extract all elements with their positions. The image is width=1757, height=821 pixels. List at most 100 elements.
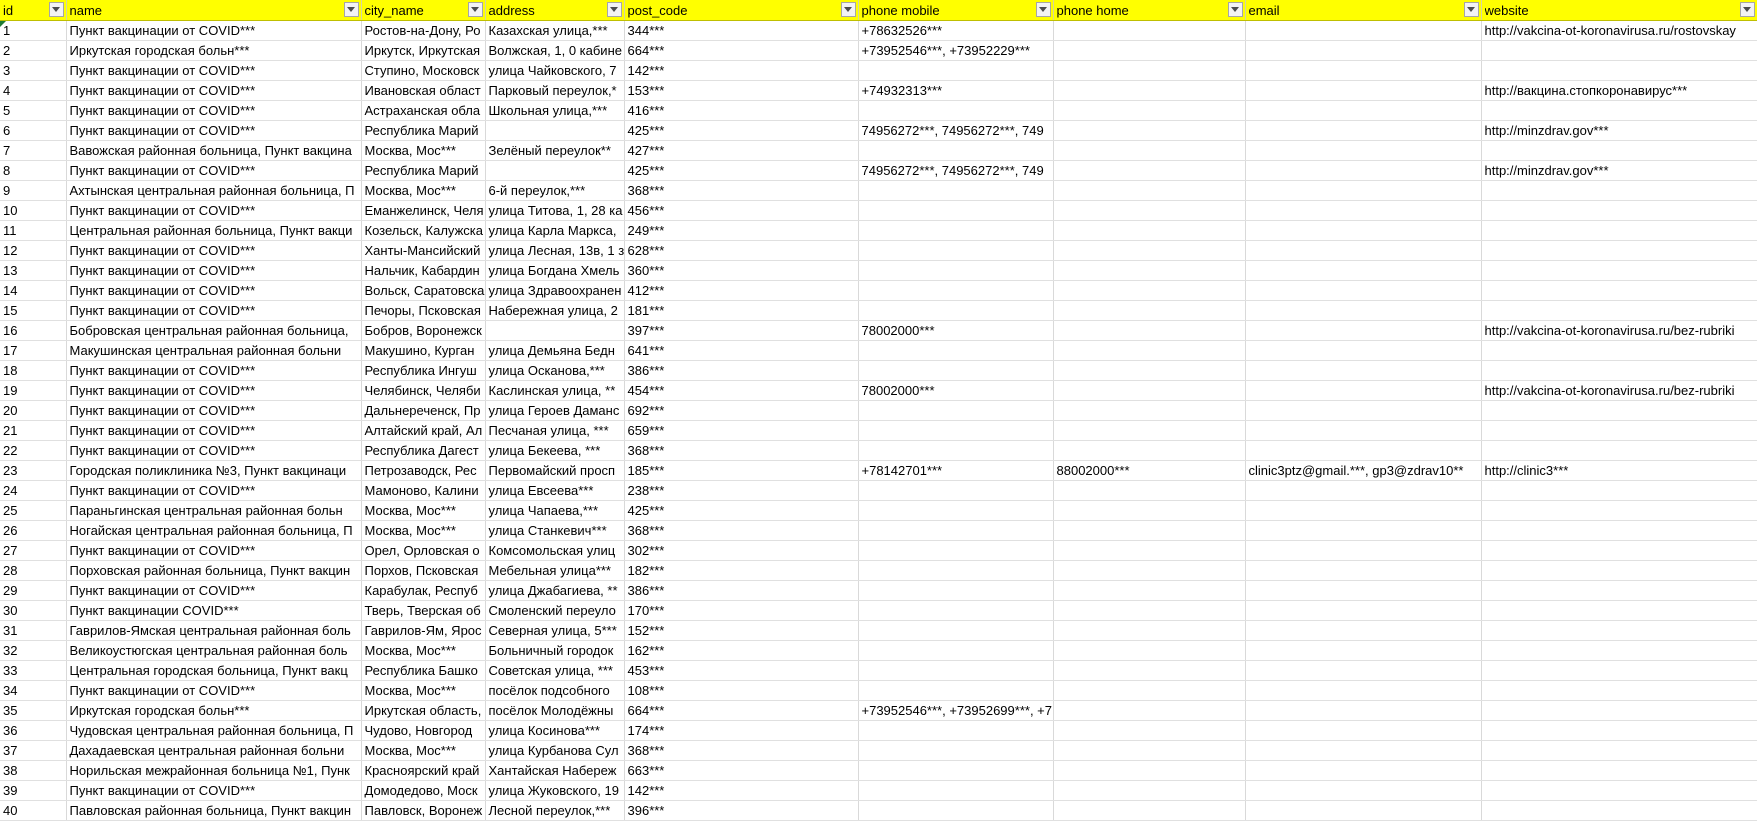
cell-website[interactable]: http://вакцина.стопкоронавирус***	[1481, 80, 1757, 101]
cell-email[interactable]	[1245, 340, 1482, 361]
cell-id[interactable]: 6	[0, 120, 67, 141]
cell-id[interactable]: 17	[0, 340, 67, 361]
cell-address[interactable]: Хантайская Набереж	[485, 760, 625, 781]
column-header-website[interactable]: website	[1481, 0, 1757, 21]
cell-name[interactable]: Пункт вакцинации от COVID***	[66, 60, 362, 81]
cell-name[interactable]: Великоустюгская центральная районная бол…	[66, 640, 362, 661]
cell-address[interactable]: улица Героев Даманс	[485, 400, 625, 421]
cell-city-name[interactable]: Республика Башко	[361, 660, 486, 681]
cell-address[interactable]: Песчаная улица, ***	[485, 420, 625, 441]
cell-id[interactable]: 13	[0, 260, 67, 281]
cell-phone-home[interactable]	[1053, 500, 1246, 521]
filter-dropdown-button[interactable]	[48, 2, 64, 17]
cell-post-code[interactable]: 659***	[624, 420, 859, 441]
cell-email[interactable]	[1245, 620, 1482, 641]
cell-address[interactable]: Казахская улица,***	[485, 20, 625, 41]
cell-phone-mobile[interactable]: +78142701***	[858, 460, 1054, 481]
cell-post-code[interactable]: 368***	[624, 740, 859, 761]
cell-address[interactable]: улица Станкевич***	[485, 520, 625, 541]
cell-city-name[interactable]: Тверь, Тверская об	[361, 600, 486, 621]
cell-city-name[interactable]: Вольск, Саратовска	[361, 280, 486, 301]
cell-id[interactable]: 32	[0, 640, 67, 661]
filter-dropdown-button[interactable]	[1227, 2, 1243, 17]
cell-id[interactable]: 14	[0, 280, 67, 301]
cell-id[interactable]: 34	[0, 680, 67, 701]
cell-id[interactable]: 9	[0, 180, 67, 201]
cell-phone-mobile[interactable]	[858, 180, 1054, 201]
cell-address[interactable]: Каслинская улица, **	[485, 380, 625, 401]
cell-website[interactable]	[1481, 500, 1757, 521]
cell-post-code[interactable]: 174***	[624, 720, 859, 741]
cell-post-code[interactable]: 368***	[624, 180, 859, 201]
cell-id[interactable]: 1	[0, 20, 67, 41]
cell-phone-home[interactable]	[1053, 20, 1246, 41]
cell-post-code[interactable]: 344***	[624, 20, 859, 41]
cell-phone-home[interactable]	[1053, 100, 1246, 121]
cell-email[interactable]	[1245, 380, 1482, 401]
cell-id[interactable]: 30	[0, 600, 67, 621]
cell-email[interactable]	[1245, 80, 1482, 101]
cell-website[interactable]	[1481, 740, 1757, 761]
column-header-city-name[interactable]: city_name	[361, 0, 486, 21]
cell-post-code[interactable]: 170***	[624, 600, 859, 621]
cell-phone-mobile[interactable]	[858, 280, 1054, 301]
cell-address[interactable]: улица Евсеева***	[485, 480, 625, 501]
cell-email[interactable]	[1245, 40, 1482, 61]
cell-phone-home[interactable]	[1053, 160, 1246, 181]
cell-city-name[interactable]: Карабулак, Респуб	[361, 580, 486, 601]
column-header-email[interactable]: email	[1245, 0, 1482, 21]
cell-phone-mobile[interactable]	[858, 620, 1054, 641]
cell-phone-home[interactable]	[1053, 220, 1246, 241]
cell-city-name[interactable]: Орел, Орловская о	[361, 540, 486, 561]
column-header-post-code[interactable]: post_code	[624, 0, 859, 21]
cell-email[interactable]	[1245, 120, 1482, 141]
cell-phone-mobile[interactable]	[858, 560, 1054, 581]
cell-address[interactable]: улица Курбанова Сул	[485, 740, 625, 761]
cell-post-code[interactable]: 425***	[624, 120, 859, 141]
cell-id[interactable]: 5	[0, 100, 67, 121]
cell-name[interactable]: Макушинская центральная районная больни	[66, 340, 362, 361]
cell-post-code[interactable]: 368***	[624, 520, 859, 541]
cell-city-name[interactable]: Москва, Мос***	[361, 640, 486, 661]
cell-address[interactable]: улица Лесная, 13в, 1 з	[485, 240, 625, 261]
cell-website[interactable]	[1481, 700, 1757, 721]
cell-website[interactable]	[1481, 220, 1757, 241]
cell-city-name[interactable]: Дальнереченск, Пр	[361, 400, 486, 421]
cell-website[interactable]	[1481, 680, 1757, 701]
cell-website[interactable]	[1481, 660, 1757, 681]
cell-name[interactable]: Центральная районная больница, Пункт вак…	[66, 220, 362, 241]
cell-email[interactable]	[1245, 440, 1482, 461]
cell-address[interactable]: Северная улица, 5***	[485, 620, 625, 641]
cell-website[interactable]: http://vakcina-ot-koronavirusa.ru/bez-ru…	[1481, 380, 1757, 401]
cell-email[interactable]	[1245, 800, 1482, 821]
cell-phone-mobile[interactable]	[858, 240, 1054, 261]
cell-post-code[interactable]: 628***	[624, 240, 859, 261]
cell-city-name[interactable]: Ступино, Московск	[361, 60, 486, 81]
cell-city-name[interactable]: Ивановская област	[361, 80, 486, 101]
cell-address[interactable]: Советская улица, ***	[485, 660, 625, 681]
cell-phone-home[interactable]	[1053, 180, 1246, 201]
cell-email[interactable]	[1245, 480, 1482, 501]
filter-dropdown-button[interactable]	[606, 2, 622, 17]
filter-dropdown-button[interactable]	[467, 2, 483, 17]
filter-dropdown-button[interactable]	[343, 2, 359, 17]
cell-name[interactable]: Пункт вакцинации от COVID***	[66, 200, 362, 221]
cell-id[interactable]: 27	[0, 540, 67, 561]
cell-name[interactable]: Пункт вакцинации COVID***	[66, 600, 362, 621]
cell-email[interactable]	[1245, 320, 1482, 341]
cell-city-name[interactable]: Москва, Мос***	[361, 740, 486, 761]
cell-city-name[interactable]: Козельск, Калужска	[361, 220, 486, 241]
cell-city-name[interactable]: Ханты-Мансийский	[361, 240, 486, 261]
cell-email[interactable]	[1245, 680, 1482, 701]
cell-name[interactable]: Пункт вакцинации от COVID***	[66, 440, 362, 461]
cell-address[interactable]: улица Чапаева,***	[485, 500, 625, 521]
cell-phone-mobile[interactable]	[858, 760, 1054, 781]
cell-website[interactable]	[1481, 400, 1757, 421]
cell-email[interactable]	[1245, 260, 1482, 281]
cell-name[interactable]: Пункт вакцинации от COVID***	[66, 420, 362, 441]
cell-id[interactable]: 22	[0, 440, 67, 461]
cell-phone-mobile[interactable]	[858, 260, 1054, 281]
cell-name[interactable]: Пункт вакцинации от COVID***	[66, 360, 362, 381]
cell-name[interactable]: Павловская районная больница, Пункт вакц…	[66, 800, 362, 821]
cell-website[interactable]	[1481, 260, 1757, 281]
